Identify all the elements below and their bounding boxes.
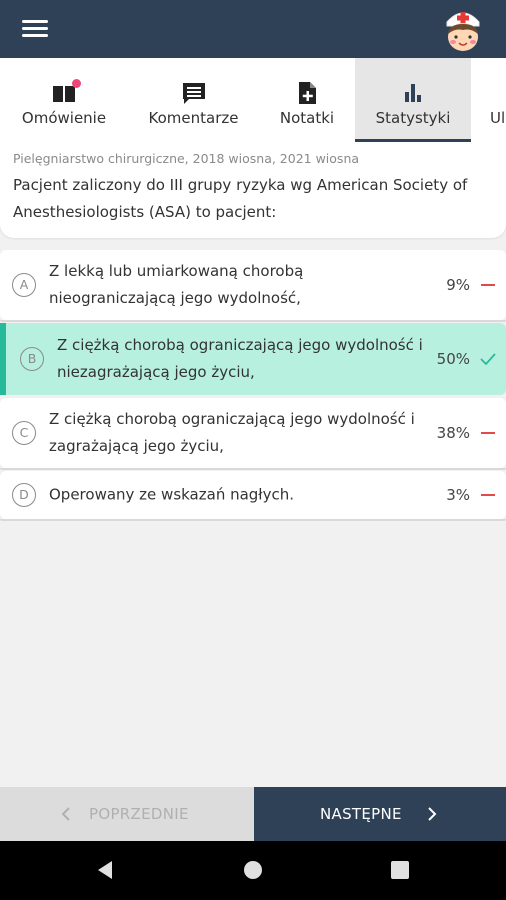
answer-text: Z lekką lub umiarkowaną chorobą nieogran… bbox=[49, 262, 304, 307]
answer-percent: 50% bbox=[436, 350, 470, 368]
answer-option-d[interactable]: D Operowany ze wskazań nagłych. 3% bbox=[0, 471, 506, 521]
question-source: Pielęgniarstwo chirurgiczne, 2018 wiosna… bbox=[13, 151, 360, 166]
note-add-icon bbox=[299, 82, 316, 104]
tab-label: Statystyki bbox=[375, 109, 451, 127]
answer-option-b[interactable]: B Z ciężką chorobą ograniczającą jego wy… bbox=[0, 323, 506, 395]
app-bar bbox=[0, 0, 506, 58]
tab-label: Komentarze bbox=[148, 109, 239, 127]
nurse-avatar-icon[interactable] bbox=[441, 6, 485, 52]
answer-option-c[interactable]: C Z ciężką chorobą ograniczającą jego wy… bbox=[0, 398, 506, 470]
minus-icon bbox=[481, 494, 495, 496]
tab-statystyki[interactable]: Statystyki bbox=[355, 58, 471, 142]
answer-letter: B bbox=[20, 347, 44, 371]
tab-label: Notatki bbox=[279, 109, 335, 127]
question-text: Pacjent zaliczony do III grupy ryzyka wg… bbox=[13, 176, 468, 221]
previous-button[interactable]: POPRZEDNIE bbox=[0, 787, 254, 841]
question-navigation: POPRZEDNIE NASTĘPNE bbox=[0, 787, 506, 841]
answer-percent: 38% bbox=[436, 424, 470, 442]
hamburger-menu-icon[interactable] bbox=[22, 20, 48, 38]
active-tab-indicator bbox=[355, 139, 471, 142]
tab-ulubione[interactable]: Ul bbox=[471, 58, 506, 142]
check-icon bbox=[480, 353, 496, 366]
previous-label: POPRZEDNIE bbox=[89, 805, 189, 823]
answer-percent: 9% bbox=[446, 276, 470, 294]
answer-letter: C bbox=[12, 421, 36, 445]
home-icon[interactable] bbox=[242, 859, 264, 881]
answer-percent: 3% bbox=[446, 486, 470, 504]
system-navigation-bar bbox=[0, 841, 506, 900]
tab-label: Ul bbox=[490, 109, 506, 127]
notification-badge bbox=[72, 79, 81, 88]
back-icon[interactable] bbox=[94, 859, 116, 881]
tab-omowienie[interactable]: Omówienie bbox=[0, 58, 128, 142]
answer-option-a[interactable]: A Z lekką lub umiarkowaną chorobą nieogr… bbox=[0, 250, 506, 322]
tab-komentarze[interactable]: Komentarze bbox=[128, 58, 259, 142]
tab-label: Omówienie bbox=[21, 109, 107, 127]
chevron-right-icon bbox=[428, 807, 437, 821]
tab-notatki[interactable]: Notatki bbox=[259, 58, 355, 142]
next-label: NASTĘPNE bbox=[320, 805, 402, 823]
tab-bar: Omówienie Komentarze Notatki Statystyki … bbox=[0, 58, 506, 142]
question-header-card: Omówienie Komentarze Notatki Statystyki … bbox=[0, 58, 506, 238]
bar-chart-icon bbox=[405, 84, 421, 102]
correct-indicator-bar bbox=[0, 323, 6, 395]
answer-letter: A bbox=[12, 273, 36, 297]
comment-icon bbox=[182, 83, 205, 104]
answer-text: Z ciężką chorobą ograniczającą jego wydo… bbox=[57, 336, 423, 381]
recents-icon[interactable] bbox=[389, 859, 411, 881]
answer-text: Z ciężką chorobą ograniczającą jego wydo… bbox=[49, 410, 415, 455]
chevron-left-icon bbox=[61, 807, 70, 821]
minus-icon bbox=[481, 432, 495, 434]
answer-letter: D bbox=[12, 483, 36, 507]
answer-text: Operowany ze wskazań nagłych. bbox=[49, 485, 294, 504]
minus-icon bbox=[481, 284, 495, 286]
next-button[interactable]: NASTĘPNE bbox=[254, 787, 506, 841]
